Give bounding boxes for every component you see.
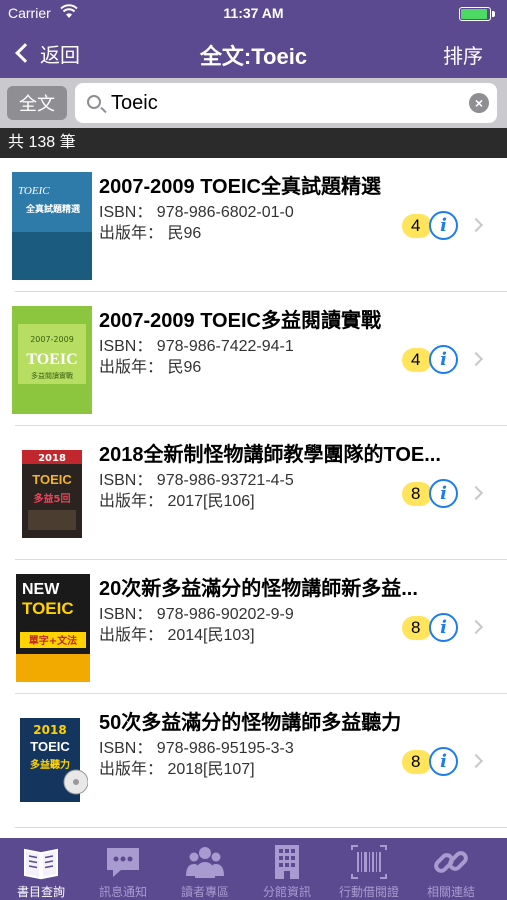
tab-bar: 書目查詢 訊息通知 讀者專區 分館資訊 行動借閱證 相關連結 <box>0 838 507 900</box>
tab-label: 讀者專區 <box>180 885 229 899</box>
book-cover-image: NEW TOEIC 單字+文法 <box>16 574 90 682</box>
book-year: 出版年： 2017[民106] <box>99 493 255 510</box>
result-count: 共 138 筆 <box>0 128 507 158</box>
tab-reader-area[interactable]: 讀者專區 <box>164 838 246 900</box>
book-cover-image: TOEIC 全真試題精選 <box>12 172 92 280</box>
holdings-count-badge: 8 <box>402 750 432 774</box>
book-title: 2007-2009 TOEIC多益閱讀實戰 <box>99 310 381 332</box>
book-cover-image: 2018 TOEIC 多益聽力 <box>20 718 88 802</box>
search-row: 全文 × <box>0 78 507 128</box>
tab-branch-info[interactable]: 分館資訊 <box>246 838 328 900</box>
tab-book-search[interactable]: 書目查詢 <box>0 838 82 900</box>
book-year: 出版年： 民96 <box>99 359 202 376</box>
list-item[interactable]: 2018 TOEIC 多益5回 2018全新制怪物講師教學團隊的TOE... I… <box>0 426 507 560</box>
row-separator <box>15 827 507 828</box>
cover-text: 多益聽力 <box>30 758 70 771</box>
holdings-count-badge: 8 <box>402 616 432 640</box>
cover-text: 全真試題精選 <box>25 203 81 215</box>
info-icon[interactable]: i <box>429 479 458 508</box>
barcode-icon <box>351 845 387 879</box>
people-icon <box>186 847 224 878</box>
cover-text: 多益5回 <box>34 492 71 505</box>
cover-text: 多益閱讀實戰 <box>31 371 73 380</box>
search-icon <box>87 95 101 109</box>
tab-label: 書目查詢 <box>16 885 65 899</box>
tab-label: 分館資訊 <box>262 885 311 899</box>
book-cover-image: 2007-2009 TOEIC 多益閱讀實戰 <box>12 306 92 414</box>
cover-text: TOEIC <box>30 739 70 754</box>
book-title: 50次多益滿分的怪物講師多益聽力 <box>99 712 402 734</box>
book-year: 出版年： 民96 <box>99 225 202 242</box>
info-icon[interactable]: i <box>429 211 458 240</box>
clock: 11:37 AM <box>223 5 284 21</box>
sort-button[interactable]: 排序 <box>443 40 483 69</box>
holdings-count-badge: 8 <box>402 482 432 506</box>
info-icon[interactable]: i <box>429 345 458 374</box>
battery-icon <box>459 7 497 21</box>
cover-text: TOEIC <box>26 351 77 368</box>
list-item[interactable]: 2007-2009 TOEIC 多益閱讀實戰 2007-2009 TOEIC多益… <box>0 292 507 426</box>
book-title: 20次新多益滿分的怪物講師新多益... <box>99 578 418 600</box>
link-icon <box>434 851 468 873</box>
book-title: 2007-2009 TOEIC全真試題精選 <box>99 176 381 198</box>
tab-label: 相關連結 <box>426 885 475 899</box>
book-year: 出版年： 2018[民107] <box>99 761 255 778</box>
clear-search-icon[interactable]: × <box>469 93 489 113</box>
info-icon[interactable]: i <box>429 613 458 642</box>
chat-bubble-icon <box>107 848 139 877</box>
info-icon[interactable]: i <box>429 747 458 776</box>
book-year: 出版年： 2014[民103] <box>99 627 255 644</box>
search-scope-button[interactable]: 全文 <box>7 86 67 120</box>
book-list[interactable]: TOEIC 全真試題精選 2007-2009 TOEIC全真試題精選 ISBN：… <box>0 158 507 838</box>
list-item[interactable]: NEW TOEIC 單字+文法 20次新多益滿分的怪物講師新多益... ISBN… <box>0 560 507 694</box>
search-box[interactable]: × <box>75 83 497 123</box>
chevron-right-icon <box>468 351 484 367</box>
search-input[interactable] <box>111 89 451 117</box>
chevron-right-icon <box>468 753 484 769</box>
list-item[interactable]: TOEIC 全真試題精選 2007-2009 TOEIC全真試題精選 ISBN：… <box>0 158 507 292</box>
cover-text: 2018 <box>38 453 66 464</box>
status-bar: Carrier 11:37 AM <box>0 0 507 28</box>
page-title: 全文:Toeic <box>199 44 308 69</box>
tab-mobile-card[interactable]: 行動借閱證 <box>328 838 410 900</box>
cover-text: NEW <box>22 581 60 598</box>
tab-notifications[interactable]: 訊息通知 <box>82 838 164 900</box>
cover-text: 單字+文法 <box>29 634 77 647</box>
cover-text: TOEIC <box>18 185 50 197</box>
holdings-count-badge: 4 <box>402 348 432 372</box>
book-cover-image: 2018 TOEIC 多益5回 <box>22 450 82 538</box>
holdings-count-badge: 4 <box>402 214 432 238</box>
navigation-bar: 返回 全文:Toeic 排序 <box>0 28 507 78</box>
tab-related-links[interactable]: 相關連結 <box>410 838 492 900</box>
cover-text: 2007-2009 <box>30 335 74 344</box>
tab-label: 訊息通知 <box>98 885 147 899</box>
tab-label: 行動借閱證 <box>338 885 399 899</box>
chevron-right-icon <box>468 217 484 233</box>
book-icon <box>24 848 58 880</box>
cover-text: 2018 <box>33 723 66 737</box>
chevron-right-icon <box>468 485 484 501</box>
cover-text: TOEIC <box>32 472 72 487</box>
list-item[interactable]: 2018 TOEIC 多益聽力 50次多益滿分的怪物講師多益聽力 ISBN： 9… <box>0 694 507 828</box>
chevron-right-icon <box>468 619 484 635</box>
book-title: 2018全新制怪物講師教學團隊的TOE... <box>99 444 441 466</box>
cover-text: TOEIC <box>22 599 74 618</box>
building-icon <box>275 845 299 879</box>
